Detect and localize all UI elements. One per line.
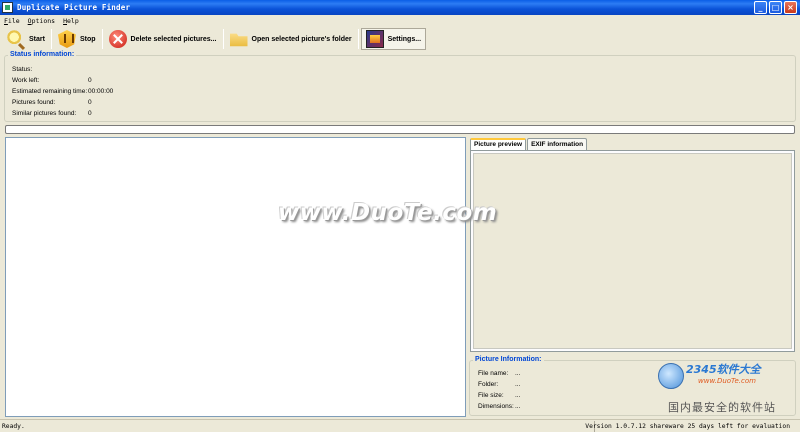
menu-bar: File Options Help <box>0 15 800 26</box>
folder-label: Folder: <box>478 381 499 388</box>
file-name-label: File name: <box>478 370 509 377</box>
picture-info-title: Picture Information: <box>473 356 544 363</box>
pictures-found-value: 0 <box>88 99 92 106</box>
preview-panel <box>470 150 795 352</box>
window-controls: _ □ × <box>754 1 797 14</box>
delete-icon <box>108 30 127 48</box>
pictures-found-label: Pictures found: <box>12 99 56 106</box>
start-label: Start <box>29 35 45 43</box>
app-icon <box>2 2 13 13</box>
settings-button[interactable]: Settings... <box>360 28 427 50</box>
similar-found-value: 0 <box>88 110 92 117</box>
window-title: Duplicate Picture Finder <box>17 3 131 12</box>
maximize-button[interactable]: □ <box>769 1 782 14</box>
settings-icon <box>365 30 384 48</box>
magnifier-icon <box>7 30 25 48</box>
status-bar-version: Version 1.0.7.12 shareware 25 days left … <box>585 423 790 430</box>
work-left-label: Work left: <box>12 77 40 84</box>
remaining-time-label: Estimated remaining time: <box>12 88 88 95</box>
menu-help[interactable]: Help <box>63 17 79 25</box>
logo-text: 2345软件大全 <box>686 363 761 376</box>
dimensions-value: ... <box>515 403 521 410</box>
tab-exif-information[interactable]: EXIF information <box>527 138 588 150</box>
mascot-icon <box>658 363 684 389</box>
menu-options[interactable]: Options <box>28 17 55 25</box>
open-folder-label: Open selected picture's folder <box>251 35 352 43</box>
status-bar-ready: Ready. <box>2 423 25 430</box>
status-group-title: Status information: <box>8 51 77 58</box>
duote-watermark: www.DuoTe.com <box>278 200 498 226</box>
status-group: Status information: Status: Work left: 0… <box>4 51 796 122</box>
minimize-button[interactable]: _ <box>754 1 767 14</box>
stop-shield-icon <box>57 30 76 48</box>
logo-url: www.DuoTe.com <box>698 377 756 385</box>
delete-label: Delete selected pictures... <box>130 35 217 43</box>
toolbar-separator <box>101 29 103 49</box>
stop-label: Stop <box>79 35 96 43</box>
folder-icon <box>229 33 248 47</box>
stop-button[interactable]: Stop <box>54 28 100 50</box>
menu-file[interactable]: File <box>4 17 20 25</box>
toolbar-separator <box>50 29 52 49</box>
delete-button[interactable]: Delete selected pictures... <box>105 28 221 50</box>
file-size-value: ... <box>515 392 521 399</box>
file-name-value: ... <box>515 370 521 377</box>
results-list[interactable] <box>5 137 466 417</box>
status-bar: Ready. Version 1.0.7.12 shareware 25 day… <box>0 419 800 432</box>
work-left-value: 0 <box>88 77 92 84</box>
toolbar-separator <box>222 29 224 49</box>
settings-label: Settings... <box>387 35 422 43</box>
site-logo: 2345软件大全 www.DuoTe.com <box>658 361 796 393</box>
toolbar-separator <box>357 29 359 49</box>
status-label: Status: <box>12 66 33 73</box>
dimensions-label: Dimensions: <box>478 403 514 410</box>
toolbar: Start Stop Delete selected pictures... O… <box>0 26 800 52</box>
close-button[interactable]: × <box>784 1 797 14</box>
similar-found-label: Similar pictures found: <box>12 110 77 117</box>
folder-value: ... <box>515 381 521 388</box>
picture-preview-area <box>473 153 792 349</box>
preview-tabs: Picture preview EXIF information <box>470 138 588 151</box>
remaining-time-value: 00:00:00 <box>88 88 114 95</box>
start-button[interactable]: Start <box>3 28 49 50</box>
progress-bar <box>5 125 795 134</box>
file-size-label: File size: <box>478 392 504 399</box>
open-folder-button[interactable]: Open selected picture's folder <box>226 28 356 50</box>
logo-tagline: 国内最安全的软件站 <box>668 401 776 414</box>
title-bar: Duplicate Picture Finder _ □ × <box>0 0 800 15</box>
